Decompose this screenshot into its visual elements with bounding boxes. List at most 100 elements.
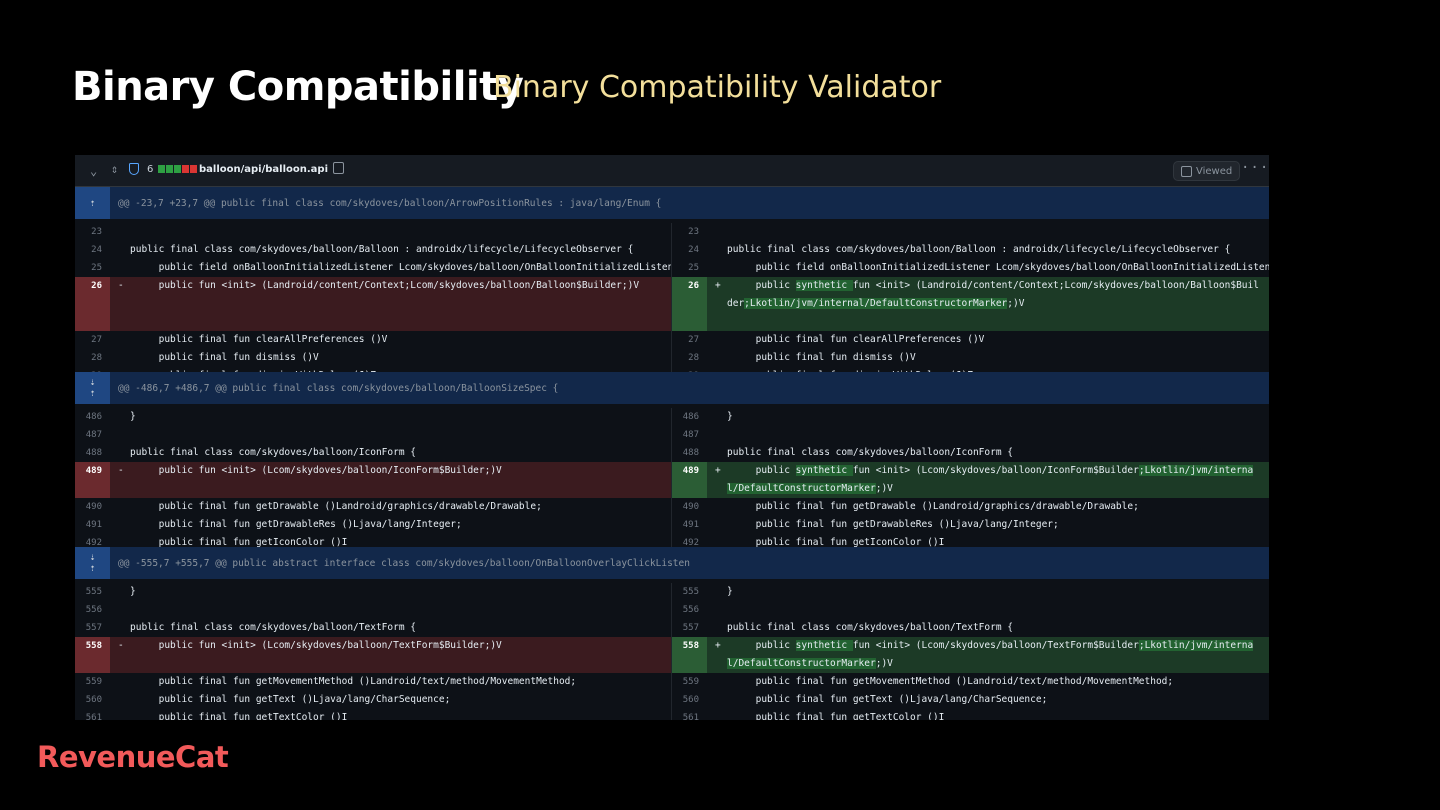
copy-icon[interactable] [333,162,344,174]
line-number[interactable]: 556 [672,601,707,619]
hunk-text: @@ -486,7 +486,7 @@ public final class c… [118,382,559,394]
line-number[interactable]: 28 [75,349,110,367]
code-line: public final fun clearAllPreferences ()V [727,334,985,345]
line-number[interactable]: 555 [75,583,110,601]
code-line: } [130,411,136,422]
code-line: public final fun getDrawable ()Landroid/… [130,501,542,512]
expand-hunk-button[interactable]: ⇡ [75,187,110,219]
table-row: 560 public final fun getText ()Ljava/lan… [75,691,1269,709]
added-marker: + [715,280,721,291]
line-number[interactable]: 559 [75,673,110,691]
shield-icon [129,163,139,175]
line-number[interactable]: 557 [75,619,110,637]
code-line: public final class com/skydoves/balloon/… [727,447,1013,458]
line-number[interactable]: 555 [672,583,707,601]
line-number[interactable]: 490 [75,498,110,516]
hunk-header: ⇡ @@ -23,7 +23,7 @@ public final class co… [75,187,1269,219]
diff-side: 557 public final class com/skydoves/ballo… [75,619,672,637]
diff-side: 486} [75,408,672,426]
arrow-up-icon: ⇡ [89,197,96,209]
highlight-span: synthetic [795,465,853,476]
line-number[interactable]: 23 [75,223,110,241]
expand-icon[interactable]: ⇕ [111,162,118,176]
removed-line: public fun <init> (Lcom/skydoves/balloon… [130,465,502,476]
diff-side: 560 public final fun getText ()Ljava/lan… [75,691,672,709]
arrow-up-icon: ⇡ [89,388,96,399]
diff-side: 28 public final fun dismiss ()V [672,349,1269,367]
code-line: public final fun getDrawableRes ()Ljava/… [727,519,1059,530]
line-number[interactable]: 560 [672,691,707,709]
table-row: 555} 555} [75,583,1269,601]
viewed-checkbox[interactable]: Viewed [1173,161,1241,181]
line-number[interactable]: 559 [672,673,707,691]
line-number[interactable]: 27 [75,331,110,349]
hunk-header: ⇣ ⇡ @@ -555,7 +555,7 @@ public abstract in… [75,547,1269,579]
slide-title: Binary Compatibility [72,64,524,110]
line-number[interactable]: 487 [672,426,707,444]
line-number[interactable]: 28 [672,349,707,367]
line-number[interactable]: 558 [672,637,707,673]
arrow-down-icon: ⇣ [89,552,96,563]
line-number[interactable]: 26 [75,277,110,331]
expand-hunk-button[interactable]: ⇣ ⇡ [75,372,110,404]
table-row: 490 public final fun getDrawable ()Landr… [75,498,1269,516]
line-number[interactable]: 25 [672,259,707,277]
line-number[interactable]: 24 [672,241,707,259]
table-row: 561 public final fun getTextColor ()I 561… [75,709,1269,720]
line-number[interactable]: 489 [75,462,110,498]
added-line: public synthetic fun <init> (Lcom/skydov… [707,462,1269,498]
line-number[interactable]: 556 [75,601,110,619]
arrow-down-icon: ⇣ [89,377,96,388]
line-number[interactable]: 560 [75,691,110,709]
code-line: public final class com/skydoves/balloon/… [130,244,634,255]
slide-subtitle: Binary Compatibility Validator [493,70,942,105]
diff-side: 487 [75,426,672,444]
brand-text: RevenueCat [37,740,229,774]
line-number[interactable]: 27 [672,331,707,349]
line-number[interactable]: 486 [672,408,707,426]
line-number[interactable]: 491 [672,516,707,534]
table-row: 491 public final fun getDrawableRes ()Lj… [75,516,1269,534]
diff-side: 560 public final fun getText ()Ljava/lan… [672,691,1269,709]
code-span: public [727,640,796,651]
line-number[interactable]: 488 [672,444,707,462]
line-number[interactable]: 561 [75,709,110,720]
removed-marker: - [118,280,124,291]
code-line: public final fun getMovementMethod ()Lan… [130,676,577,687]
diff-side: 26 public fun <init> (Landroid/content/C… [75,277,672,331]
changes-count: 6 [147,164,154,175]
table-row: 559 public final fun getMovementMethod (… [75,673,1269,691]
line-number[interactable]: 24 [75,241,110,259]
table-row: 24 public final class com/skydoves/balloo… [75,241,1269,259]
diff-side: 556 [672,601,1269,619]
expand-hunk-button[interactable]: ⇣ ⇡ [75,547,110,579]
more-options-icon[interactable]: ··· [1241,160,1269,176]
diff-side: 491 public final fun getDrawableRes ()Lj… [672,516,1269,534]
diff-side: 28 public final fun dismiss ()V [75,349,672,367]
diffstat-blocks [158,165,197,173]
line-number[interactable]: 23 [672,223,707,241]
line-number[interactable]: 487 [75,426,110,444]
line-number[interactable]: 26 [672,277,707,331]
line-number[interactable]: 557 [672,619,707,637]
line-number[interactable]: 490 [672,498,707,516]
chevron-down-icon[interactable]: ⌄ [90,164,97,178]
line-number[interactable]: 489 [672,462,707,498]
line-number[interactable]: 558 [75,637,110,673]
code-line: } [727,411,733,422]
line-number[interactable]: 486 [75,408,110,426]
code-span: ;)V [875,658,893,669]
diff-side: 25 public field onBalloonInitializedList… [75,259,672,277]
file-name[interactable]: balloon/api/balloon.api [199,164,328,175]
diff-side: 27 public final fun clearAllPreferences … [672,331,1269,349]
revenuecat-logo: RevenueCat [37,740,229,774]
line-number[interactable]: 488 [75,444,110,462]
line-number[interactable]: 25 [75,259,110,277]
line-number[interactable]: 491 [75,516,110,534]
line-number[interactable]: 561 [672,709,707,720]
code-span: ;)V [875,483,893,494]
code-span: public [727,280,796,291]
